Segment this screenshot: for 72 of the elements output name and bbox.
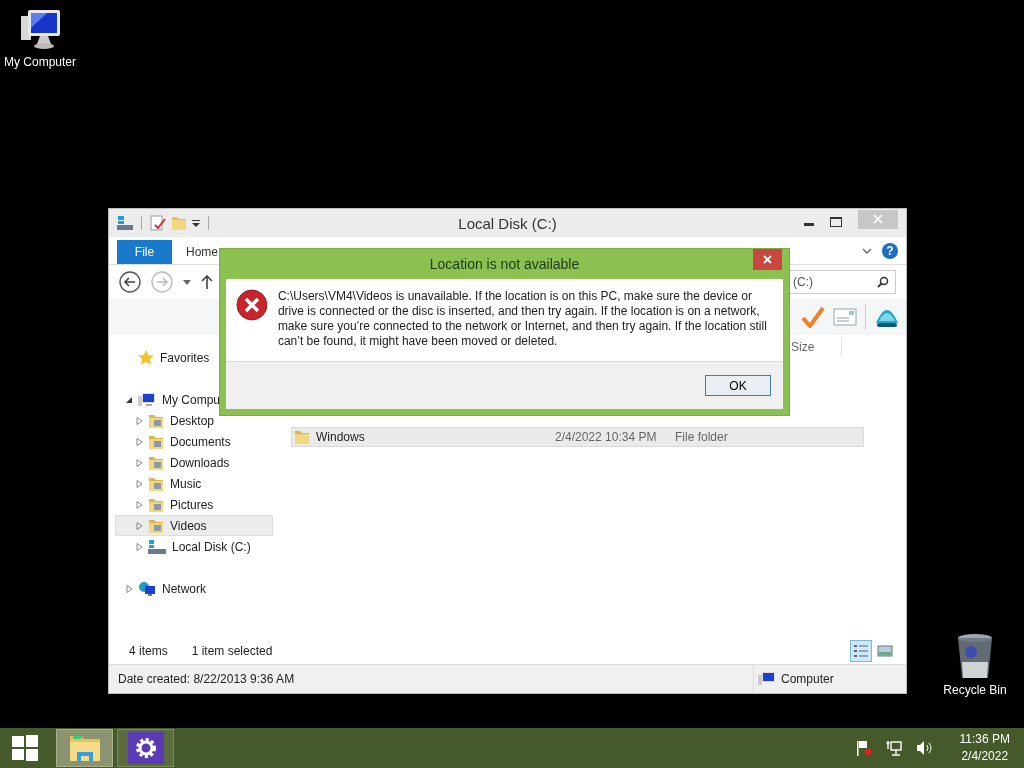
error-icon [236, 289, 268, 321]
computer-icon [138, 391, 156, 408]
star-icon [138, 349, 154, 366]
dialog-title: Location is not available [429, 256, 580, 272]
expand-arrow-icon[interactable] [136, 521, 143, 530]
location-label: Computer [781, 672, 834, 686]
icon-label[interactable]: My Computer [4, 55, 76, 69]
properties-icon[interactable] [150, 215, 166, 231]
chevron-down-icon[interactable] [862, 248, 872, 255]
tree-item[interactable]: Network [115, 578, 273, 599]
file-row[interactable]: Windows 2/4/2022 10:34 PM File folder [291, 427, 864, 447]
expand-arrow-icon[interactable] [136, 500, 143, 509]
trash-bin-icon[interactable] [955, 632, 995, 680]
ok-button[interactable]: OK [705, 375, 771, 396]
checkmark-icon[interactable] [801, 306, 825, 328]
file-type: File folder [675, 430, 729, 444]
file-tab[interactable]: File [117, 240, 172, 264]
speaker-icon[interactable] [915, 740, 934, 756]
ribbon-tab[interactable]: Home [172, 240, 232, 264]
tree-item[interactable]: Pictures [115, 494, 273, 515]
tree-item[interactable]: Favorites [115, 347, 273, 368]
close-icon[interactable] [753, 249, 782, 270]
tree-item[interactable]: Music [115, 473, 273, 494]
selection-count: 1 item selected [191, 644, 273, 658]
folder-icon [148, 433, 164, 450]
up-arrow-icon[interactable] [201, 275, 213, 289]
file-name: Windows [316, 430, 365, 444]
collapse-arrow-icon[interactable] [126, 395, 133, 404]
maximize-icon[interactable] [830, 216, 842, 227]
folder-icon [294, 429, 310, 445]
expand-arrow-icon[interactable] [136, 458, 143, 467]
expand-arrow-icon[interactable] [136, 416, 143, 425]
tree-item[interactable]: Documents [115, 431, 273, 452]
network-icon[interactable] [885, 740, 902, 756]
file-date: 2/4/2022 10:34 PM [555, 430, 658, 444]
drive-icon [148, 538, 166, 555]
folder-icon [148, 517, 164, 534]
folder-icon [148, 496, 164, 513]
tree-item[interactable]: Local Disk (C:) [115, 536, 273, 557]
taskbar-button[interactable] [117, 729, 174, 767]
computer-icon[interactable] [18, 8, 62, 52]
column-header[interactable]: Size [791, 340, 841, 354]
tree-item[interactable]: Desktop [115, 410, 273, 431]
tree-item[interactable]: Downloads [115, 452, 273, 473]
error-message: C:\Users\VM4\Videos is unavailable. If the location is on this PC, make sure the device or drive is connected or the disc is inserted, and then try again. If the location is on a network, make sure you’re connected to the network or Internet, and then try again. If the location still can’t be found, it might have been moved or deleted. [277, 289, 768, 349]
folder-icon [148, 475, 164, 492]
item-count: 4 items [129, 644, 168, 658]
tree-item[interactable]: My Compu [115, 389, 273, 410]
address-field[interactable]: (C:) [788, 270, 896, 294]
folder-icon [148, 454, 164, 471]
window-title: Local Disk (C:) [457, 214, 558, 232]
computer-icon [758, 671, 776, 687]
search-icon[interactable] [877, 276, 889, 288]
expand-arrow-icon[interactable] [136, 542, 143, 551]
gear-icon[interactable] [127, 732, 164, 764]
windows-logo-icon[interactable] [12, 735, 38, 761]
help-button[interactable]: ? [882, 243, 898, 259]
network-icon [138, 580, 156, 597]
caret-icon[interactable] [192, 219, 200, 227]
tree-item[interactable]: Videos [115, 515, 273, 536]
expand-arrow-icon[interactable] [126, 584, 133, 593]
folder-icon[interactable] [67, 733, 102, 763]
folder-icon [148, 412, 164, 429]
date-created: Date created: 8/22/2013 9:36 AM [118, 672, 295, 686]
clock[interactable]: 11:36 PM 2/4/2022 [959, 731, 1010, 765]
back-icon[interactable] [119, 271, 141, 293]
caret-icon[interactable] [183, 279, 191, 285]
icon-label[interactable]: Recycle Bin [943, 683, 1007, 697]
drive-icon[interactable] [117, 215, 133, 231]
expand-arrow-icon[interactable] [136, 437, 143, 446]
expand-arrow-icon[interactable] [136, 479, 143, 488]
flag-icon[interactable] [855, 740, 872, 756]
